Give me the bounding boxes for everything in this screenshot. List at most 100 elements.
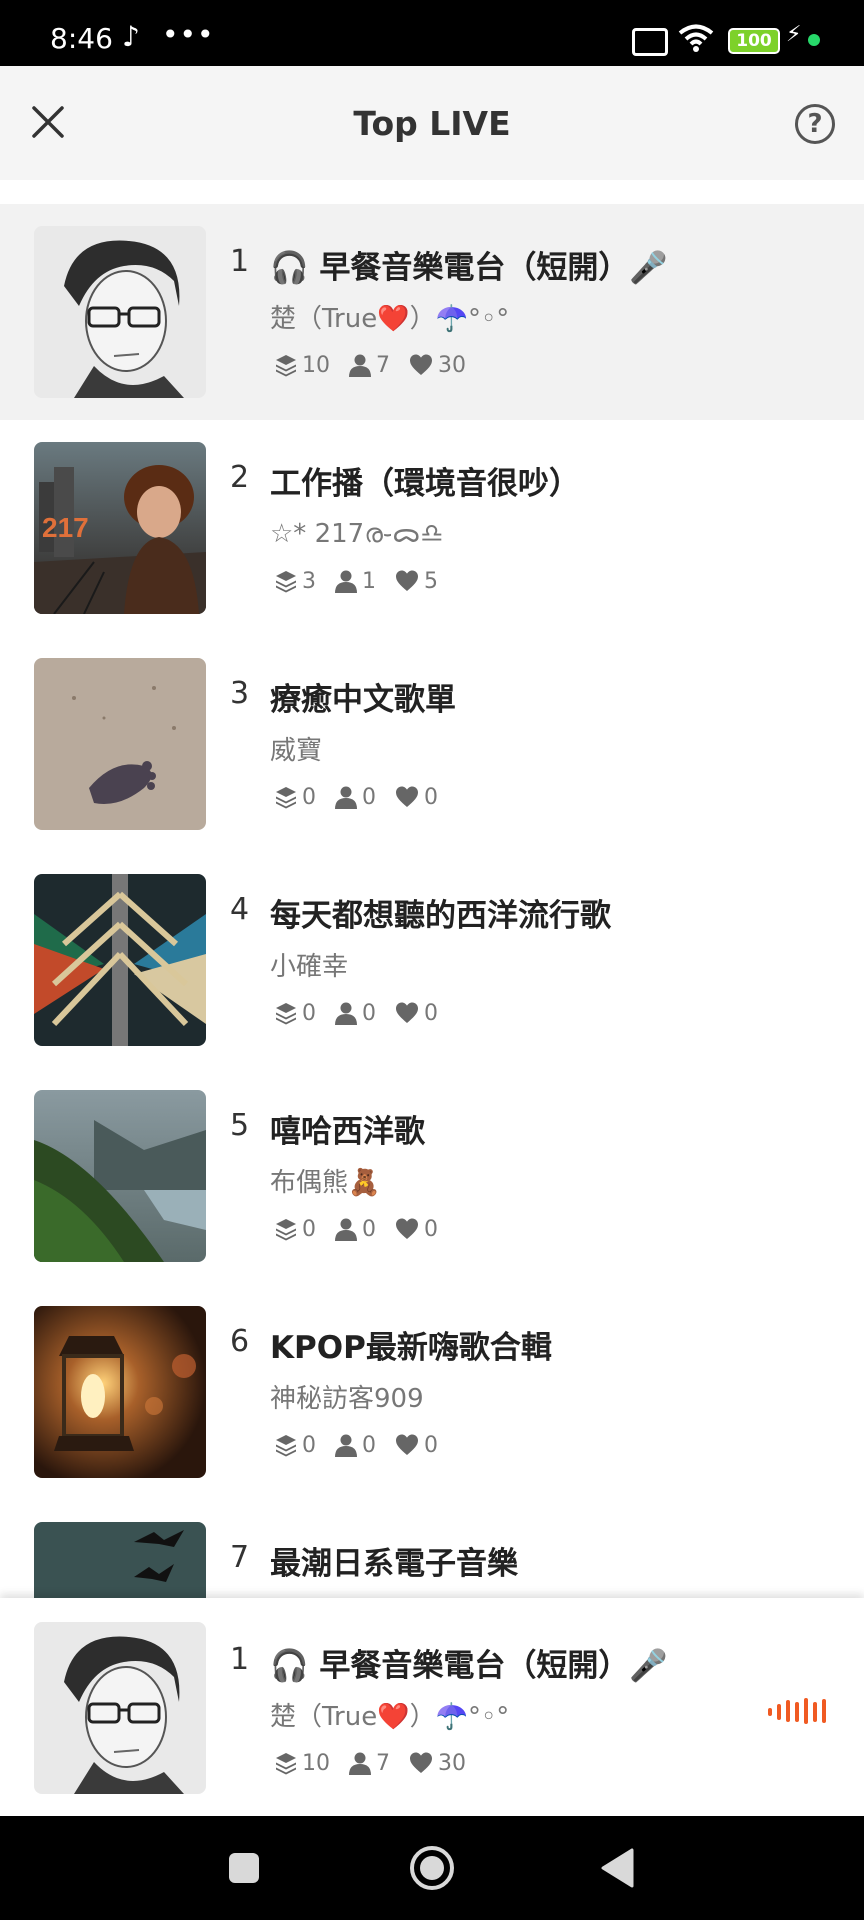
room-stats: 0 0 0 — [274, 782, 456, 812]
list-item[interactable]: 6 KPOP最新嗨歌合輯 神秘訪客909 0 0 0 — [0, 1284, 864, 1500]
room-stats: 0 0 0 — [274, 998, 456, 1028]
heart-icon — [394, 1433, 420, 1457]
room-title: 🎧 早餐音樂電台（短開）🎤 — [270, 250, 668, 286]
layers-count: 0 — [302, 1216, 316, 1242]
listener-count: 7 — [376, 352, 390, 378]
room-cover — [34, 1090, 206, 1262]
now-playing-stats: 10 7 30 — [274, 1748, 484, 1778]
listener-count: 0 — [362, 784, 376, 810]
listener-count: 7 — [376, 1750, 390, 1776]
like-count: 0 — [424, 1000, 438, 1026]
heart-icon — [408, 1751, 434, 1775]
layers-icon — [274, 1217, 298, 1241]
like-count: 5 — [424, 568, 438, 594]
like-count: 30 — [438, 1750, 466, 1776]
equalizer-icon[interactable] — [768, 1696, 832, 1726]
now-playing-title: 🎧 早餐音樂電台（短開）🎤 — [270, 1648, 668, 1684]
room-stats: 0 0 0 — [274, 1214, 456, 1244]
room-title: 嘻哈西洋歌 — [270, 1114, 425, 1150]
list-item[interactable]: 5 嘻哈西洋歌 布偶熊🧸 0 0 0 — [0, 1068, 864, 1284]
svg-text:217: 217 — [42, 512, 89, 543]
room-title: 最潮日系電子音樂 — [270, 1546, 518, 1582]
wifi-icon — [678, 24, 714, 52]
layers-count: 0 — [302, 1000, 316, 1026]
nav-square-icon[interactable] — [228, 1852, 260, 1884]
room-rank: 2 — [230, 460, 250, 495]
room-rank: 4 — [230, 892, 250, 927]
more-notifications-icon: ••• — [162, 18, 215, 51]
room-cover — [34, 874, 206, 1046]
room-rank: 1 — [230, 244, 250, 279]
room-title: 每天都想聽的西洋流行歌 — [270, 898, 611, 934]
list-item[interactable]: 3 療癒中文歌單 威寶 0 0 0 — [0, 636, 864, 852]
room-stats: 3 1 5 — [274, 566, 456, 596]
room-rank: 7 — [230, 1540, 250, 1575]
nav-back-icon[interactable] — [600, 1848, 634, 1888]
now-playing-rank: 1 — [230, 1642, 250, 1677]
layers-icon — [274, 785, 298, 809]
heart-icon — [394, 1001, 420, 1025]
heart-icon — [394, 785, 420, 809]
room-host: 威寶 — [270, 736, 323, 766]
system-nav-bar — [0, 1816, 864, 1920]
now-playing-cover — [34, 1622, 206, 1794]
person-icon — [348, 353, 372, 377]
help-icon[interactable]: ? — [795, 104, 835, 144]
page-title: Top LIVE — [353, 104, 511, 143]
listener-count: 0 — [362, 1432, 376, 1458]
heart-icon — [408, 353, 434, 377]
layers-count: 10 — [302, 352, 330, 378]
layers-count: 10 — [302, 1750, 330, 1776]
layers-icon — [274, 1001, 298, 1025]
charging-icon: ⚡ — [786, 22, 802, 47]
now-playing-host: 楚（True❤️）☂️°◦° — [270, 1702, 510, 1732]
list-item[interactable]: 4 每天都想聽的西洋流行歌 小確幸 0 0 0 — [0, 852, 864, 1068]
now-playing-bar[interactable]: 1 🎧 早餐音樂電台（短開）🎤 楚（True❤️）☂️°◦° 10 7 30 — [0, 1598, 864, 1816]
header-spacer — [0, 180, 864, 204]
top-live-list[interactable]: 1 🎧 早餐音樂電台（短開）🎤 楚（True❤️）☂️°◦° 10 7 30 2… — [0, 204, 864, 1598]
heart-icon — [394, 1217, 420, 1241]
layers-count: 0 — [302, 784, 316, 810]
layers-icon — [274, 569, 298, 593]
like-count: 30 — [438, 352, 466, 378]
room-stats: 10 7 30 — [274, 350, 484, 380]
layers-icon — [274, 1433, 298, 1457]
heart-icon — [394, 569, 420, 593]
room-title: KPOP最新嗨歌合輯 — [270, 1330, 552, 1366]
person-icon — [334, 569, 358, 593]
room-cover: 217 — [34, 442, 206, 614]
person-icon — [334, 785, 358, 809]
like-count: 0 — [424, 784, 438, 810]
header: Top LIVE ? — [0, 66, 864, 180]
layers-icon — [274, 1751, 298, 1775]
room-cover — [34, 1306, 206, 1478]
room-host: 楚（True❤️）☂️°◦° — [270, 304, 510, 334]
room-cover — [34, 658, 206, 830]
room-host: 神秘訪客909 — [270, 1384, 424, 1414]
room-rank: 3 — [230, 676, 250, 711]
list-item[interactable]: 217 2 工作播（環境音很吵） ☆* 217ര֊ᯅ♎ 3 1 5 — [0, 420, 864, 636]
battery-icon: 100 — [728, 28, 780, 54]
room-title: 工作播（環境音很吵） — [270, 466, 580, 502]
list-item[interactable]: 1 🎧 早餐音樂電台（短開）🎤 楚（True❤️）☂️°◦° 10 7 30 — [0, 204, 864, 420]
listener-count: 1 — [362, 568, 376, 594]
room-host: ☆* 217ര֊ᯅ♎ — [270, 519, 444, 549]
like-count: 0 — [424, 1216, 438, 1242]
room-stats: 0 0 0 — [274, 1430, 456, 1460]
room-rank: 6 — [230, 1324, 250, 1359]
room-rank: 5 — [230, 1108, 250, 1143]
sim-icon — [632, 28, 668, 56]
tiktok-icon: ♪ — [122, 20, 140, 53]
like-count: 0 — [424, 1432, 438, 1458]
layers-count: 3 — [302, 568, 316, 594]
room-cover — [34, 1522, 206, 1598]
room-host: 布偶熊🧸 — [270, 1168, 381, 1198]
listener-count: 0 — [362, 1000, 376, 1026]
privacy-dot-icon — [808, 34, 820, 46]
person-icon — [334, 1217, 358, 1241]
nav-home-icon[interactable] — [408, 1844, 456, 1892]
layers-count: 0 — [302, 1432, 316, 1458]
list-item[interactable]: 7 最潮日系電子音樂 — [0, 1500, 864, 1598]
listener-count: 0 — [362, 1216, 376, 1242]
person-icon — [348, 1751, 372, 1775]
